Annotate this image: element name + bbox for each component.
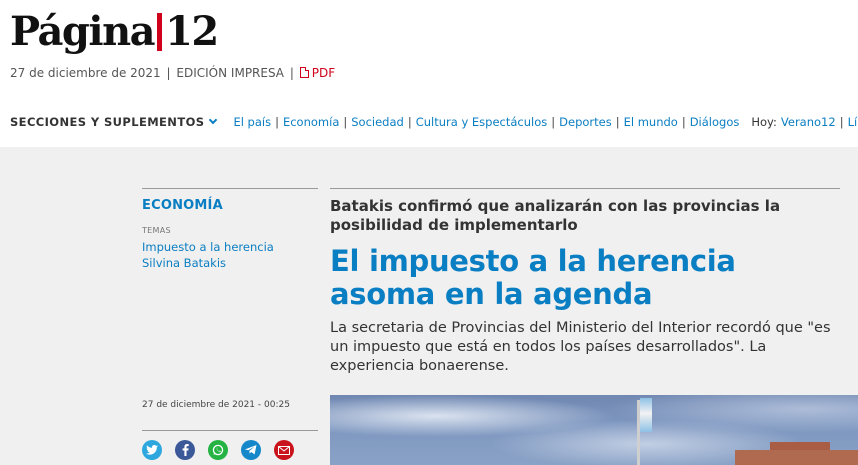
edition-date: 27 de diciembre de 2021 bbox=[10, 66, 161, 80]
facebook-icon[interactable] bbox=[175, 440, 195, 460]
section-link[interactable]: ECONOMÍA bbox=[142, 198, 223, 213]
today-links: Verano12| Líbero bbox=[781, 115, 858, 129]
main-nav: SECCIONES Y SUPLEMENTOS El país | Economí… bbox=[10, 114, 858, 130]
logo-text-left: Página bbox=[10, 8, 156, 55]
today-label: Hoy: bbox=[751, 115, 777, 129]
article-subhead: La secretaria de Provincias del Minister… bbox=[330, 320, 831, 374]
article-headline: El impuesto a la herencia asoma en la ag… bbox=[330, 244, 736, 311]
sections-menu-button[interactable]: SECCIONES Y SUPLEMENTOS bbox=[10, 115, 218, 129]
photo-building bbox=[735, 450, 858, 465]
share-divider bbox=[142, 430, 318, 431]
chevron-down-icon bbox=[209, 115, 218, 125]
edition-label: EDICIÓN IMPRESA bbox=[176, 66, 285, 80]
publish-date: 27 de diciembre de 2021 - 00:25 bbox=[142, 400, 290, 410]
pdf-link[interactable]: PDF bbox=[299, 66, 336, 80]
twitter-icon[interactable] bbox=[142, 440, 162, 460]
tema-link-silvina-batakis[interactable]: Silvina Batakis bbox=[142, 256, 226, 270]
separator: | bbox=[615, 115, 620, 129]
telegram-icon[interactable] bbox=[241, 440, 261, 460]
pdf-label: PDF bbox=[311, 66, 336, 80]
today-link-libero[interactable]: Líbero bbox=[848, 115, 858, 129]
logo-bar bbox=[157, 13, 163, 51]
separator: | bbox=[166, 66, 171, 80]
article-divider bbox=[330, 188, 840, 189]
nav-link-dialogos[interactable]: Diálogos bbox=[690, 115, 740, 129]
dateline: 27 de diciembre de 2021 | EDICIÓN IMPRES… bbox=[10, 66, 335, 80]
separator: | bbox=[343, 115, 348, 129]
whatsapp-icon[interactable] bbox=[208, 440, 228, 460]
logo-text-right: 12 bbox=[165, 8, 219, 55]
article-photo bbox=[330, 395, 858, 465]
pdf-icon bbox=[299, 67, 309, 78]
email-icon[interactable] bbox=[274, 440, 294, 460]
nav-links: El país | Economía | Sociedad | Cultura y E… bbox=[233, 115, 739, 129]
separator: | bbox=[289, 66, 294, 80]
today-link-verano12[interactable]: Verano12 bbox=[781, 115, 836, 129]
nav-link-deportes[interactable]: Deportes bbox=[559, 115, 612, 129]
article-kicker: Batakis confirmó que analizarán con las … bbox=[330, 197, 781, 234]
separator: | bbox=[275, 115, 279, 129]
nav-link-el-pais[interactable]: El país bbox=[233, 115, 271, 129]
nav-link-el-mundo[interactable]: El mundo bbox=[624, 115, 678, 129]
photo-flag bbox=[640, 398, 652, 432]
separator: | bbox=[407, 115, 412, 129]
separator: | bbox=[551, 115, 556, 129]
nav-link-cultura[interactable]: Cultura y Espectáculos bbox=[416, 115, 548, 129]
site-header: Página 12 27 de diciembre de 2021 | EDICI… bbox=[0, 0, 858, 147]
temas-label: TEMAS bbox=[142, 226, 171, 235]
sidebar-divider bbox=[142, 188, 318, 189]
nav-link-sociedad[interactable]: Sociedad bbox=[351, 115, 404, 129]
sections-label: SECCIONES Y SUPLEMENTOS bbox=[10, 115, 205, 129]
separator: | bbox=[681, 115, 686, 129]
tema-link-impuesto-herencia[interactable]: Impuesto a la herencia bbox=[142, 240, 274, 254]
nav-link-economia[interactable]: Economía bbox=[283, 115, 339, 129]
separator: | bbox=[839, 115, 844, 129]
site-logo[interactable]: Página 12 bbox=[10, 8, 219, 55]
